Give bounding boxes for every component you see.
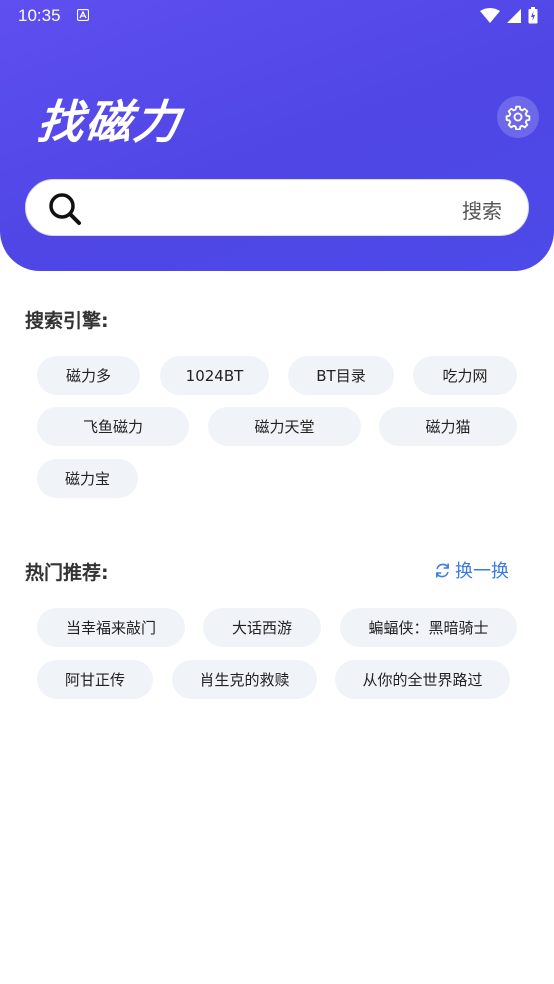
engine-chip[interactable]: 磁力天堂 bbox=[208, 407, 361, 446]
wifi-icon bbox=[480, 7, 500, 23]
refresh-button[interactable]: 换一换 bbox=[434, 557, 509, 583]
engine-chip[interactable]: 磁力宝 bbox=[37, 459, 138, 498]
hot-chip[interactable]: 阿甘正传 bbox=[37, 660, 153, 699]
hot-chip[interactable]: 从你的全世界路过 bbox=[335, 660, 510, 699]
battery-icon bbox=[528, 7, 538, 24]
hot-chip[interactable]: 肖生克的救赎 bbox=[172, 660, 317, 699]
refresh-label: 换一换 bbox=[455, 561, 509, 582]
screen: 10:35 找磁力 搜索 搜索引擎: 磁力多 1024BT BT目录 吃力网 飞… bbox=[0, 0, 554, 984]
settings-button[interactable] bbox=[497, 96, 539, 138]
engines-section-title: 搜索引擎: bbox=[25, 310, 109, 332]
gear-icon bbox=[505, 105, 531, 130]
engine-chip[interactable]: 磁力猫 bbox=[379, 407, 517, 446]
hot-chip[interactable]: 大话西游 bbox=[203, 608, 321, 647]
hot-chip[interactable]: 当幸福来敲门 bbox=[37, 608, 185, 647]
engine-chip[interactable]: 飞鱼磁力 bbox=[37, 407, 189, 446]
engine-chip[interactable]: 吃力网 bbox=[413, 356, 517, 395]
search-icon bbox=[49, 193, 81, 225]
engine-chip[interactable]: 磁力多 bbox=[37, 356, 140, 395]
search-input[interactable] bbox=[96, 190, 456, 226]
notification-icon bbox=[77, 9, 89, 21]
search-button[interactable]: 搜索 bbox=[462, 195, 502, 224]
engine-chip[interactable]: BT目录 bbox=[288, 356, 394, 395]
hot-chip[interactable]: 蝙蝠侠：黑暗骑士 bbox=[340, 608, 517, 647]
status-indicators bbox=[480, 7, 538, 24]
hot-section-title: 热门推荐: bbox=[25, 562, 109, 584]
signal-icon bbox=[507, 8, 521, 23]
status-time: 10:35 bbox=[18, 6, 61, 25]
app-title: 找磁力 bbox=[34, 95, 185, 149]
refresh-icon bbox=[436, 562, 449, 578]
search-bar: 搜索 bbox=[25, 179, 529, 236]
engine-chip[interactable]: 1024BT bbox=[160, 356, 269, 395]
status-bar: 10:35 bbox=[0, 0, 554, 32]
